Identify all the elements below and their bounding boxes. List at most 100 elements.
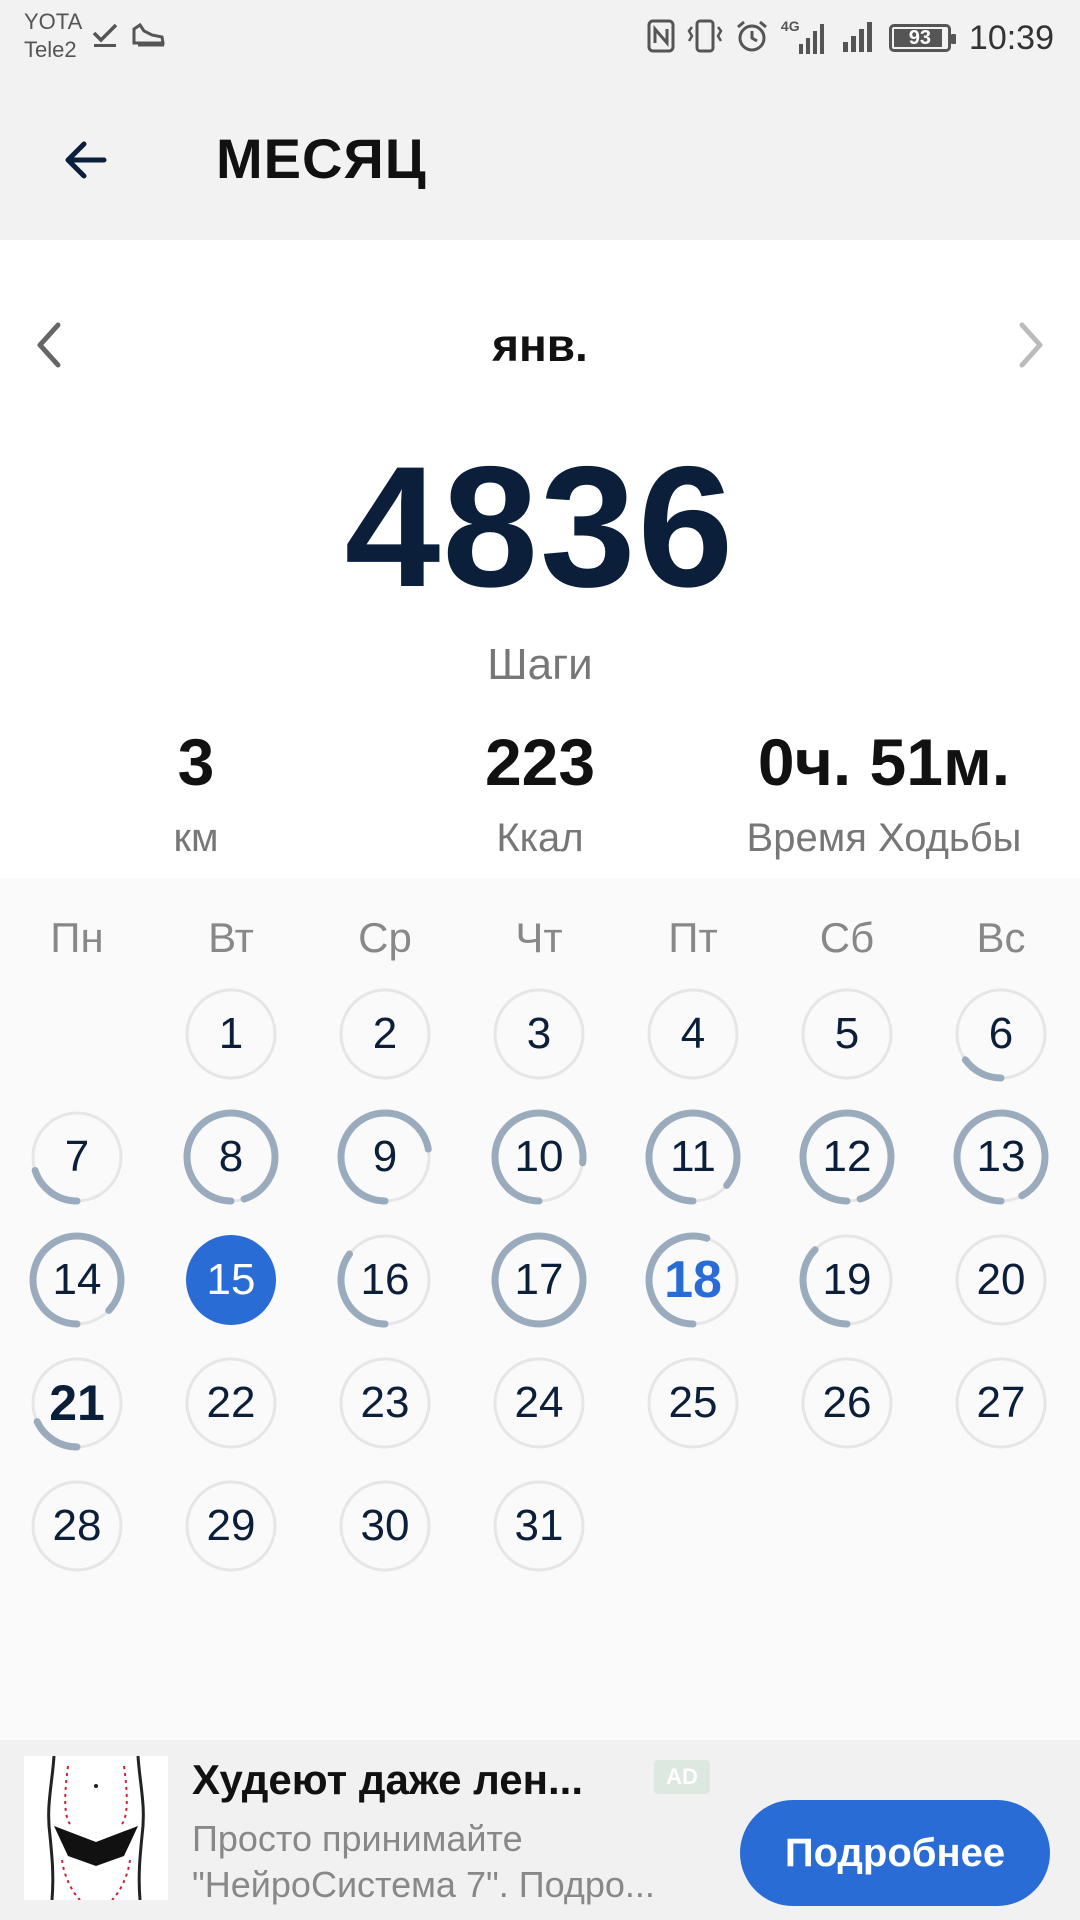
ad-description: Просто принимайте "НейроСистема 7". Подр… [192, 1816, 712, 1908]
stat-value: 223 [484, 725, 596, 799]
stat-distance: 3 км [16, 722, 376, 861]
calendar-day[interactable]: 9 [327, 1099, 443, 1215]
weekday-label: Вт [208, 914, 254, 961]
calendar-day[interactable]: 3 [481, 976, 597, 1092]
ad-badge: AD [654, 1760, 710, 1794]
status-left-icons [90, 18, 166, 54]
carrier-1: YOTA [24, 9, 83, 34]
calendar-day[interactable]: 26 [789, 1345, 905, 1461]
day-number: 4 [680, 1009, 706, 1058]
weekday-label: Пн [50, 914, 104, 961]
stat-calories: 223 Ккал [360, 722, 720, 861]
day-number: 15 [206, 1255, 256, 1304]
status-bar: YOTA Tele2 4G 93 10:39 [0, 0, 1080, 76]
calendar-day[interactable]: 7 [19, 1099, 135, 1215]
calendar-day[interactable]: 12 [789, 1099, 905, 1215]
body-silhouette-image [47, 1755, 145, 1901]
day-number: 1 [218, 1009, 244, 1058]
calendar-day[interactable]: 17 [481, 1222, 597, 1338]
day-number: 9 [372, 1132, 398, 1181]
calendar-day[interactable]: 28 [19, 1468, 135, 1584]
calendar-day[interactable]: 2 [327, 976, 443, 1092]
calendar-day[interactable]: 18 [635, 1222, 751, 1338]
calendar-day[interactable]: 19 [789, 1222, 905, 1338]
ad-image[interactable] [24, 1755, 168, 1901]
day-number: 30 [360, 1501, 410, 1550]
signal-4g-icon: 4G [781, 18, 825, 56]
calendar-day[interactable]: 29 [173, 1468, 289, 1584]
calendar-day[interactable]: 22 [173, 1345, 289, 1461]
day-number: 3 [526, 1009, 552, 1058]
calendar-day[interactable]: 20 [943, 1222, 1059, 1338]
stat-label: Время Ходьбы [746, 816, 1022, 860]
ad-banner[interactable]: Худеют даже лен... AD Просто принимайте … [0, 1740, 1080, 1920]
calendar-day[interactable]: 21 [19, 1345, 135, 1461]
ad-title[interactable]: Худеют даже лен... [192, 1756, 632, 1804]
day-number: 10 [514, 1132, 564, 1181]
status-right-icons: 4G 93 10:39 [647, 12, 1054, 64]
day-number: 23 [360, 1378, 410, 1427]
calendar-day[interactable]: 6 [943, 976, 1059, 1092]
chevron-right-icon [1019, 322, 1043, 368]
nfc-icon [647, 19, 675, 58]
day-number: 18 [664, 1251, 722, 1309]
calendar-day[interactable]: 8 [173, 1099, 289, 1215]
day-number: 25 [668, 1378, 718, 1427]
day-number: 12 [822, 1132, 872, 1181]
day-number: 28 [52, 1501, 102, 1550]
calendar-day[interactable]: 24 [481, 1345, 597, 1461]
day-number: 29 [206, 1501, 256, 1550]
calendar-day[interactable]: 5 [789, 976, 905, 1092]
carrier-2: Tele2 [24, 37, 77, 62]
day-number: 20 [976, 1255, 1026, 1304]
weekday-label: Чт [515, 914, 563, 961]
day-number: 2 [372, 1009, 398, 1058]
app-bar: МЕСЯЦ [0, 76, 1080, 240]
carrier-labels: YOTA Tele2 [24, 8, 82, 64]
ad-description-line: "НейроСистема 7". Подро... [192, 1864, 655, 1905]
calendar-day[interactable]: 14 [19, 1222, 135, 1338]
calendar-day[interactable]: 31 [481, 1468, 597, 1584]
day-number: 22 [206, 1378, 256, 1427]
day-number: 8 [218, 1132, 244, 1181]
calendar-day[interactable]: 4 [635, 976, 751, 1092]
day-number: 17 [514, 1255, 564, 1304]
battery-icon: 93 [888, 24, 956, 52]
day-number: 27 [976, 1378, 1026, 1427]
weekday-label: Пт [668, 914, 718, 961]
stat-value: 0ч. 51м. [757, 725, 1011, 799]
alarm-icon [735, 19, 769, 58]
day-number: 21 [49, 1375, 105, 1431]
calendar-day[interactable]: 30 [327, 1468, 443, 1584]
day-number: 26 [822, 1378, 872, 1427]
next-month-button[interactable] [1004, 310, 1060, 380]
steps-value: 4836 [344, 431, 736, 623]
ad-description-line: Просто принимайте [192, 1818, 523, 1859]
day-number: 19 [822, 1255, 872, 1304]
ad-cta-button[interactable]: Подробнее [740, 1800, 1050, 1906]
stat-value: 3 [177, 725, 215, 799]
calendar-day[interactable]: 25 [635, 1345, 751, 1461]
day-number: 16 [360, 1255, 410, 1304]
weekday-label: Сб [819, 914, 875, 961]
month-label: янв. [492, 319, 588, 371]
vibrate-icon [687, 19, 723, 58]
calendar-day[interactable]: 23 [327, 1345, 443, 1461]
download-done-icon [90, 19, 120, 54]
back-button[interactable] [46, 120, 126, 200]
calendar-day[interactable]: 10 [481, 1099, 597, 1215]
day-number: 7 [64, 1132, 90, 1181]
calendar-day[interactable]: 1 [173, 976, 289, 1092]
steps-label: Шаги [487, 640, 593, 689]
clock: 10:39 [968, 18, 1054, 57]
arrow-left-icon [65, 141, 107, 179]
stat-label: км [173, 816, 219, 860]
signal-icon [837, 18, 877, 59]
day-number: 13 [976, 1132, 1026, 1181]
calendar-day[interactable]: 16 [327, 1222, 443, 1338]
calendar-day[interactable]: 15 [173, 1222, 289, 1338]
calendar-day[interactable]: 27 [943, 1345, 1059, 1461]
battery-level: 93 [908, 26, 932, 49]
calendar-day[interactable]: 13 [943, 1099, 1059, 1215]
calendar-day[interactable]: 11 [635, 1099, 751, 1215]
